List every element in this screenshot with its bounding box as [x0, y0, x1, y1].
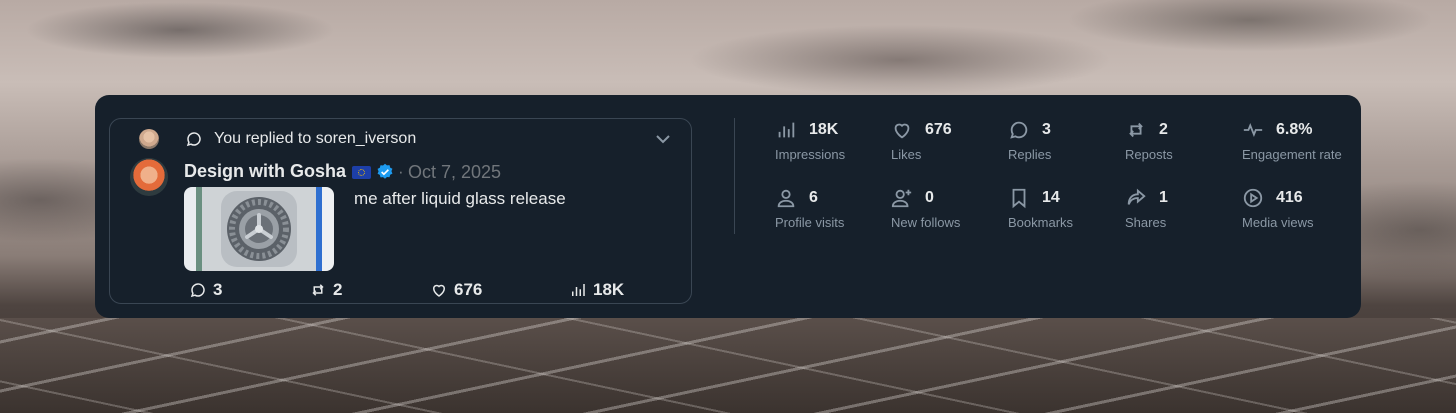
stat-value: 14 [1042, 189, 1060, 206]
stat-new-follows: 0 New follows [891, 187, 1006, 230]
view-count: 18K [593, 280, 625, 299]
like-count: 676 [454, 280, 483, 299]
stat-label: Likes [891, 147, 922, 162]
reply-icon [1010, 121, 1028, 139]
stat-shares: 1 Shares [1125, 187, 1240, 230]
author-avatar[interactable] [130, 158, 168, 196]
reply-context-text: You replied to soren_iverson [214, 130, 417, 147]
add-person-icon [891, 189, 912, 208]
chevron-down-icon[interactable] [655, 132, 671, 146]
tweet-date[interactable]: Oct 7, 2025 [408, 162, 501, 183]
reply-count: 3 [213, 280, 223, 299]
stat-label: Media views [1242, 215, 1314, 230]
tweet-media-thumbnail[interactable] [184, 187, 334, 271]
repost-icon [312, 284, 324, 296]
repost-count: 2 [333, 280, 343, 299]
stat-value: 6 [809, 189, 818, 206]
stat-value: 676 [925, 121, 952, 138]
stat-value: 1 [1159, 189, 1168, 206]
stat-label: Bookmarks [1008, 215, 1074, 230]
stat-label: Impressions [775, 147, 846, 162]
heart-icon [894, 123, 910, 139]
play-icon [1243, 188, 1263, 208]
stat-likes: 676 Likes [891, 119, 1006, 162]
verified-badge-icon [377, 163, 393, 179]
stat-value: 18K [809, 121, 839, 138]
stat-label: New follows [891, 215, 961, 230]
stat-label: Shares [1125, 215, 1167, 230]
stat-replies: 3 Replies [1008, 119, 1123, 162]
stat-profile-visits: 6 Profile visits [775, 187, 890, 230]
stat-value: 6.8% [1276, 121, 1313, 138]
stat-media-views: 416 Media views [1242, 187, 1357, 230]
activity-icon [1243, 122, 1263, 138]
stat-label: Profile visits [775, 215, 845, 230]
stat-label: Engagement rate [1242, 147, 1342, 162]
stat-label: Replies [1008, 147, 1052, 162]
tweet-like-button[interactable]: 676 [430, 280, 482, 300]
author-name[interactable]: Design with Gosha [184, 161, 346, 182]
stat-value: 0 [925, 189, 934, 206]
stat-bookmarks: 14 Bookmarks [1008, 187, 1123, 230]
stat-value: 416 [1276, 189, 1303, 206]
tweet-text: me after liquid glass release [354, 189, 566, 208]
heart-icon [432, 284, 446, 297]
tweet-views-button[interactable]: 18K [569, 280, 624, 300]
reply-icon [186, 132, 201, 147]
stat-label: Reposts [1125, 147, 1173, 162]
stat-impressions: 18K Impressions [775, 119, 890, 162]
stat-reposts: 2 Reposts [1125, 119, 1240, 162]
reply-target-avatar[interactable] [139, 129, 159, 149]
settings-gear-icon [221, 191, 297, 267]
reply-icon [190, 283, 205, 298]
bar-chart-icon [572, 284, 585, 296]
tweet-repost-button[interactable]: 2 [309, 280, 342, 300]
tweet-reply-button[interactable]: 3 [189, 280, 222, 300]
bar-chart-icon [778, 122, 795, 138]
separator-dot: · [398, 162, 404, 181]
stat-value: 3 [1042, 121, 1051, 138]
stat-engagement-rate: 6.8% Engagement rate [1242, 119, 1357, 162]
stat-value: 2 [1159, 121, 1168, 138]
panel-divider [734, 118, 735, 234]
person-icon [777, 189, 795, 208]
repost-icon [1129, 122, 1143, 138]
eu-flag-icon [352, 166, 371, 179]
background-image [0, 318, 1456, 413]
bookmark-icon [1012, 188, 1026, 209]
share-icon [1127, 188, 1146, 205]
